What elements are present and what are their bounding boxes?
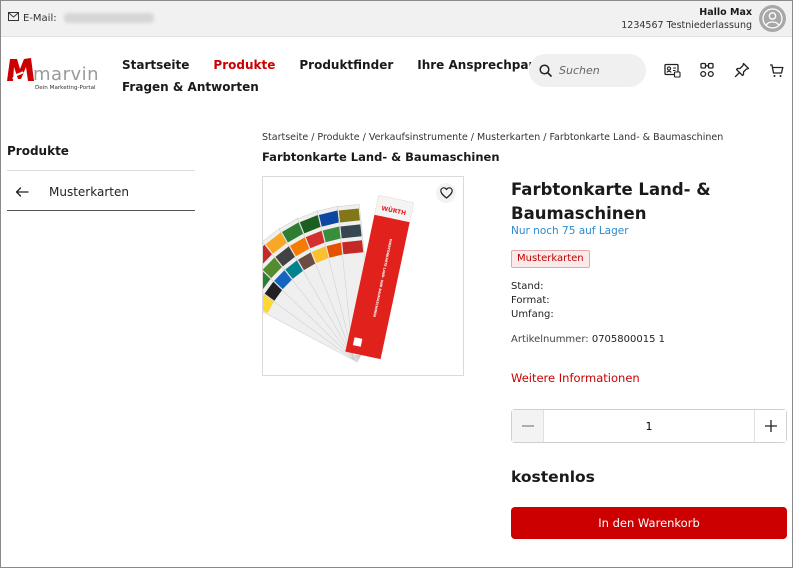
quantity-decrease-button[interactable] [512, 410, 544, 442]
breadcrumb-separator: / [543, 132, 547, 143]
spec-stand: Stand: [511, 281, 544, 292]
sidebar-back-label: Musterkarten [49, 184, 129, 199]
quantity-input[interactable] [544, 419, 754, 433]
nav-produktfinder[interactable]: Produktfinder [299, 58, 393, 72]
color-fan-deck-image: WÜRTH FARBTONKARTE LAND- UND BAUMASCHINE… [224, 195, 414, 363]
more-info-link[interactable]: Weitere Informationen [511, 371, 640, 385]
app-window: E-Mail: Hallo Max 1234567 Testniederlass… [0, 0, 793, 568]
pin-icon[interactable] [733, 61, 751, 79]
spec-format: Format: [511, 295, 550, 306]
add-to-cart-button[interactable]: In den Warenkorb [511, 507, 787, 539]
avatar[interactable] [759, 5, 786, 32]
quantity-stepper [511, 409, 787, 443]
breadcrumb-musterkarten[interactable]: Musterkarten [477, 132, 540, 143]
search-input[interactable] [559, 64, 639, 77]
article-number-row: Artikelnummer: 0705800015 1 [511, 334, 665, 345]
article-number-value: 0705800015 1 [591, 334, 665, 345]
breadcrumb-current: Farbtonkarte Land- & Baumaschinen [549, 132, 724, 143]
minus-icon [521, 425, 534, 427]
breadcrumb-separator: / [311, 132, 315, 143]
sidebar-title: Produkte [7, 144, 69, 158]
id-card-icon[interactable] [663, 61, 681, 79]
page-title: Farbtonkarte Land- & Baumaschinen [262, 150, 500, 164]
breadcrumb-separator: / [470, 132, 474, 143]
top-bar: E-Mail: Hallo Max 1234567 Testniederlass… [1, 1, 792, 37]
email-label: E-Mail: [23, 12, 57, 24]
product-image[interactable]: WÜRTH FARBTONKARTE LAND- UND BAUMASCHINE… [224, 176, 464, 376]
quantity-increase-button[interactable] [754, 410, 786, 442]
favorite-button[interactable] [436, 183, 456, 203]
nodes-icon[interactable] [698, 61, 716, 79]
brand-tagline: Dein Marketing-Portal [35, 85, 96, 91]
plus-icon [764, 420, 777, 432]
spec-umfang: Umfang: [511, 309, 554, 320]
breadcrumb-startseite[interactable]: Startseite [262, 132, 308, 143]
arrow-left-icon [7, 186, 37, 197]
nav-startseite[interactable]: Startseite [122, 58, 189, 72]
breadcrumb-produkte[interactable]: Produkte [317, 132, 359, 143]
product-specs: Stand: Format: Umfang: [511, 280, 554, 322]
category-badge[interactable]: Musterkarten [511, 250, 590, 268]
nav-fragen-antworten[interactable]: Fragen & Antworten [122, 80, 259, 94]
product-title: Farbtonkarte Land- & Baumaschinen [511, 180, 711, 223]
product-price: kostenlos [511, 468, 595, 486]
email-value-redacted [63, 13, 154, 23]
brand-logo[interactable]: marvin Dein Marketing-Portal [6, 53, 108, 93]
sidebar-back-item[interactable]: Musterkarten [7, 173, 195, 211]
breadcrumb-verkaufsinstrumente[interactable]: Verkaufsinstrumente [369, 132, 468, 143]
cart-icon[interactable] [767, 61, 785, 79]
user-icon [762, 8, 783, 29]
sidebar-divider [7, 170, 195, 171]
main-nav: Startseite Produkte Produktfinder Ihre A… [122, 54, 563, 98]
mail-icon [8, 12, 19, 24]
search-icon [539, 64, 552, 77]
brand-name: marvin [33, 64, 99, 85]
nav-produkte[interactable]: Produkte [213, 58, 275, 72]
user-greeting: Hallo Max [699, 7, 752, 18]
user-info: Hallo Max 1234567 Testniederlassung [621, 6, 752, 32]
breadcrumb: Startseite / Produkte / Verkaufsinstrumente /… [262, 132, 723, 143]
breadcrumb-separator: / [362, 132, 366, 143]
stock-status: Nur noch 75 auf Lager [511, 225, 629, 237]
heart-icon [439, 187, 453, 199]
article-number-label: Artikelnummer: [511, 334, 589, 345]
email-info: E-Mail: [8, 12, 154, 24]
search-box[interactable] [529, 54, 646, 87]
user-branch: 1234567 Testniederlassung [621, 20, 752, 31]
